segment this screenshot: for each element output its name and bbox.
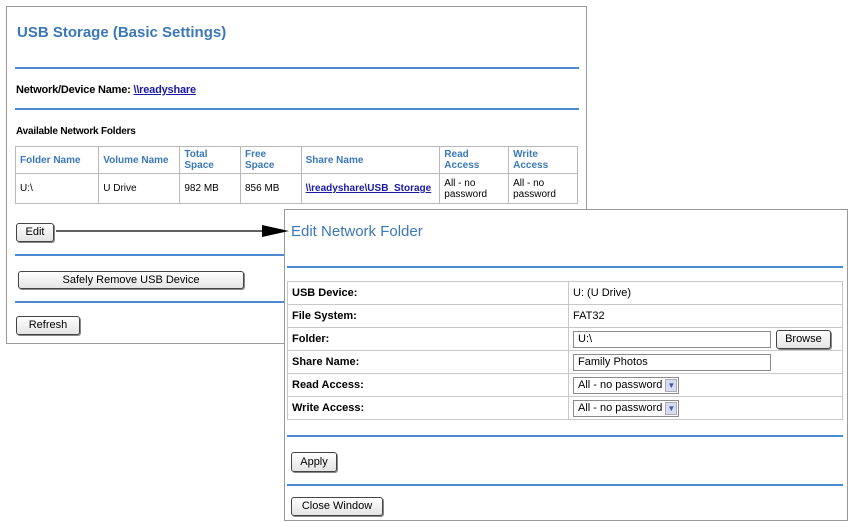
read-access-label: Read Access: (287, 373, 569, 397)
share-name-input[interactable]: Family Photos (573, 353, 771, 371)
edit-panel-title: Edit Network Folder (291, 223, 423, 240)
share-name-label: Share Name: (287, 350, 569, 374)
read-access-select[interactable]: All - no password ▼ (573, 376, 680, 394)
folder-name-cell: U:\ (14, 173, 100, 204)
apply-button[interactable]: Apply (291, 452, 337, 472)
share-name-cell: Family Photos (568, 350, 843, 374)
read-access-cell: All - no password ▼ (568, 373, 843, 397)
network-folders-table: Folder Name Volume Name Total Space Free… (14, 146, 578, 204)
device-name-row: Network/Device Name: \\readyshare (16, 84, 196, 96)
col-free-space: Free Space (239, 146, 302, 174)
form-row-share-name: Share Name: Family Photos (287, 350, 843, 374)
table-header-row: Folder Name Volume Name Total Space Free… (14, 146, 578, 174)
divider (15, 108, 579, 110)
col-read-access: Read Access (439, 146, 510, 174)
divider (287, 266, 843, 268)
device-name-link[interactable]: \\readyshare (133, 84, 196, 96)
form-row-read-access: Read Access: All - no password ▼ (287, 373, 843, 397)
free-space-cell: 856 MB (239, 173, 302, 204)
file-system-value: FAT32 (568, 304, 843, 328)
file-system-label: File System: (287, 304, 569, 328)
usb-device-value: U: (U Drive) (568, 281, 843, 305)
folder-input[interactable]: U:\ (573, 330, 771, 348)
write-access-cell: All - no password ▼ (568, 396, 843, 420)
read-access-cell: All - no password (439, 173, 510, 204)
folder-label: Folder: (287, 327, 569, 351)
write-access-value: All - no password (578, 401, 663, 414)
read-access-value: All - no password (578, 378, 663, 391)
close-window-button[interactable]: Close Window (291, 497, 383, 516)
form-row-write-access: Write Access: All - no password ▼ (287, 396, 843, 420)
col-share-name: Share Name (300, 146, 441, 174)
write-access-cell: All - no password (508, 173, 578, 204)
chevron-down-icon[interactable]: ▼ (665, 401, 678, 415)
folders-heading: Available Network Folders (16, 126, 136, 137)
form-row-folder: Folder: U:\ Browse (287, 327, 843, 351)
chevron-down-icon[interactable]: ▼ (665, 378, 678, 392)
col-write-access: Write Access (508, 146, 578, 174)
divider (287, 435, 843, 437)
edit-folder-form: USB Device: U: (U Drive) File System: FA… (287, 281, 843, 420)
device-name-label: Network/Device Name: (16, 84, 131, 96)
page-title: USB Storage (Basic Settings) (17, 24, 227, 41)
total-space-cell: 982 MB (179, 173, 241, 204)
volume-name-cell: U Drive (98, 173, 181, 204)
write-access-label: Write Access: (287, 396, 569, 420)
edit-button[interactable]: Edit (16, 223, 54, 242)
col-folder-name: Folder Name (14, 146, 100, 174)
browse-button[interactable]: Browse (776, 329, 831, 349)
folder-cell: U:\ Browse (568, 327, 843, 351)
divider (287, 484, 843, 486)
col-volume-name: Volume Name (98, 146, 181, 174)
form-row-file-system: File System: FAT32 (287, 304, 843, 328)
refresh-button[interactable]: Refresh (16, 316, 80, 335)
share-name-link[interactable]: \\readyshare\USB_Storage (306, 183, 432, 194)
table-row: U:\ U Drive 982 MB 856 MB \\readyshare\U… (14, 173, 578, 204)
divider (15, 67, 579, 69)
safely-remove-usb-button[interactable]: Safely Remove USB Device (18, 271, 244, 289)
write-access-select[interactable]: All - no password ▼ (573, 399, 680, 417)
usb-device-label: USB Device: (287, 281, 569, 305)
edit-network-folder-panel: Edit Network Folder USB Device: U: (U Dr… (284, 209, 848, 521)
share-name-cell: \\readyshare\USB_Storage (300, 173, 441, 204)
form-row-usb-device: USB Device: U: (U Drive) (287, 281, 843, 305)
col-total-space: Total Space (179, 146, 241, 174)
